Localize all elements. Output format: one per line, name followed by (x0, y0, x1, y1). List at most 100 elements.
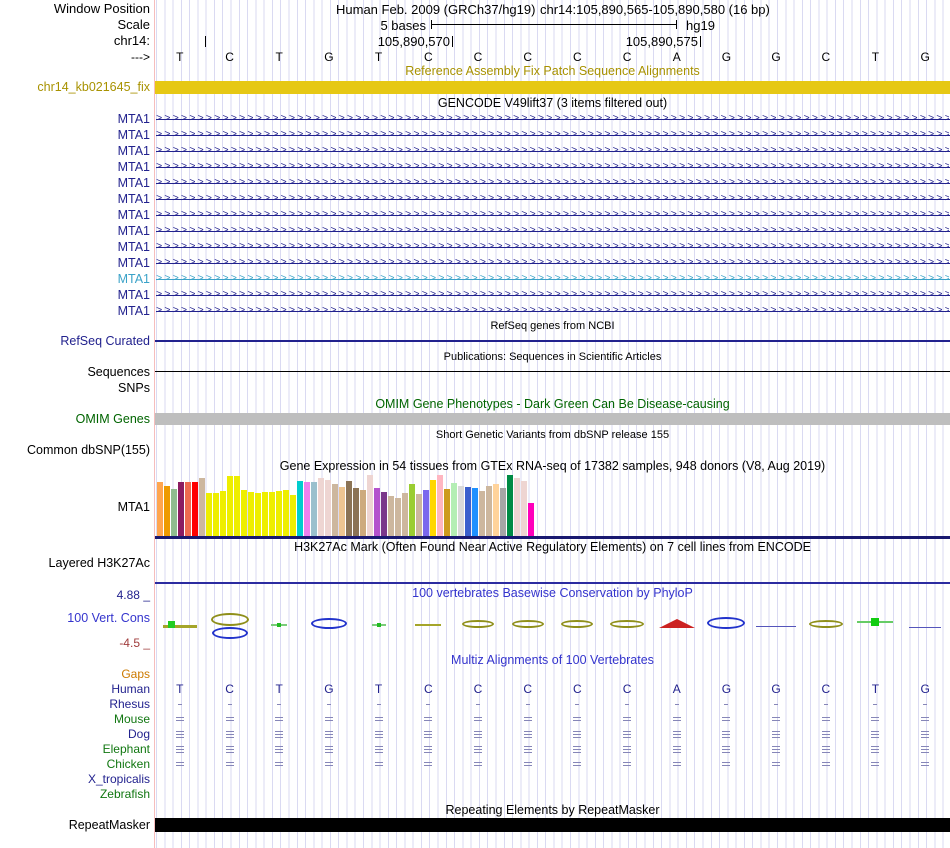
gencode-transcript-arrows[interactable]: >>>>>>>>>>>>>>>>>>>>>>>>>>>>>>>>>>>>>>>>… (156, 242, 949, 252)
gencode-gene-label[interactable]: MTA1 (0, 272, 150, 286)
fix-patch-item-label[interactable]: chr14_kb021645_fix (0, 80, 150, 94)
fix-patch-track-title[interactable]: Reference Assembly Fix Patch Sequence Al… (155, 65, 950, 78)
gtex-expression-bar[interactable] (248, 492, 254, 536)
gtex-expression-bar[interactable] (157, 482, 163, 536)
multiz-species-label-elephant[interactable]: Elephant (0, 742, 150, 756)
gtex-expression-bar[interactable] (339, 487, 345, 536)
gtex-expression-bar[interactable] (367, 475, 373, 536)
gencode-transcript-arrows[interactable]: >>>>>>>>>>>>>>>>>>>>>>>>>>>>>>>>>>>>>>>>… (156, 290, 949, 300)
gtex-expression-bar[interactable] (437, 475, 443, 536)
gtex-expression-bar[interactable] (409, 484, 415, 536)
gtex-expression-bar[interactable] (507, 475, 513, 536)
dbsnp-track-title[interactable]: Short Genetic Variants from dbSNP releas… (155, 429, 950, 442)
gencode-transcript-arrows[interactable]: >>>>>>>>>>>>>>>>>>>>>>>>>>>>>>>>>>>>>>>>… (156, 130, 949, 140)
gencode-transcript-arrows[interactable]: >>>>>>>>>>>>>>>>>>>>>>>>>>>>>>>>>>>>>>>>… (156, 146, 949, 156)
refseq-curated-item[interactable] (155, 340, 950, 342)
gtex-expression-bar[interactable] (227, 476, 233, 536)
gtex-expression-bar[interactable] (255, 493, 261, 536)
gtex-expression-bar[interactable] (290, 495, 296, 536)
gtex-expression-bar[interactable] (185, 482, 191, 536)
gtex-expression-bar[interactable] (493, 484, 499, 536)
omim-genes-label[interactable]: OMIM Genes (0, 412, 150, 426)
phylop-track-title[interactable]: 100 vertebrates Basewise Conservation by… (155, 587, 950, 600)
omim-track-title[interactable]: OMIM Gene Phenotypes - Dark Green Can Be… (155, 398, 950, 411)
gtex-expression-bar[interactable] (465, 487, 471, 536)
repeatmasker-track-title[interactable]: Repeating Elements by RepeatMasker (155, 804, 950, 817)
gtex-expression-bar[interactable] (276, 491, 282, 536)
gencode-gene-label[interactable]: MTA1 (0, 208, 150, 222)
gtex-expression-bar[interactable] (353, 488, 359, 536)
multiz-track-title[interactable]: Multiz Alignments of 100 Vertebrates (155, 654, 950, 667)
gencode-track-title[interactable]: GENCODE V49lift37 (3 items filtered out) (155, 97, 950, 110)
gencode-transcript-arrows[interactable]: >>>>>>>>>>>>>>>>>>>>>>>>>>>>>>>>>>>>>>>>… (156, 162, 949, 172)
multiz-species-label-chicken[interactable]: Chicken (0, 757, 150, 771)
gtex-expression-bar[interactable] (318, 478, 324, 536)
gtex-expression-bar[interactable] (311, 482, 317, 536)
gencode-transcript-arrows[interactable]: >>>>>>>>>>>>>>>>>>>>>>>>>>>>>>>>>>>>>>>>… (156, 210, 949, 220)
publications-track-title[interactable]: Publications: Sequences in Scientific Ar… (155, 351, 950, 364)
multiz-species-label-human[interactable]: Human (0, 682, 150, 696)
sequences-item[interactable] (155, 371, 950, 372)
gencode-gene-label[interactable]: MTA1 (0, 288, 150, 302)
gtex-expression-bar[interactable] (220, 491, 226, 536)
gencode-transcript-arrows[interactable]: >>>>>>>>>>>>>>>>>>>>>>>>>>>>>>>>>>>>>>>>… (156, 194, 949, 204)
common-dbsnp-label[interactable]: Common dbSNP(155) (0, 443, 150, 457)
gtex-expression-bar[interactable] (234, 476, 240, 536)
gtex-expression-bar[interactable] (521, 481, 527, 536)
gtex-expression-bar[interactable] (486, 486, 492, 536)
multiz-species-label-zebrafish[interactable]: Zebrafish (0, 787, 150, 801)
gtex-expression-bar[interactable] (262, 492, 268, 536)
gtex-gene-label[interactable]: MTA1 (0, 500, 150, 514)
sequences-label[interactable]: Sequences (0, 365, 150, 379)
gtex-expression-bar[interactable] (472, 488, 478, 536)
gtex-expression-bar[interactable] (164, 486, 170, 536)
gtex-expression-bar[interactable] (297, 481, 303, 536)
gtex-expression-bar[interactable] (395, 498, 401, 536)
gtex-expression-bar[interactable] (479, 491, 485, 536)
gtex-expression-bar[interactable] (360, 490, 366, 536)
gencode-transcript-arrows[interactable]: >>>>>>>>>>>>>>>>>>>>>>>>>>>>>>>>>>>>>>>>… (156, 306, 949, 316)
fix-patch-item-bar[interactable] (155, 81, 950, 94)
repeatmasker-label[interactable]: RepeatMasker (0, 818, 150, 832)
gencode-transcript-arrows[interactable]: >>>>>>>>>>>>>>>>>>>>>>>>>>>>>>>>>>>>>>>>… (156, 258, 949, 268)
multiz-species-label-x_tropicalis[interactable]: X_tropicalis (0, 772, 150, 786)
gencode-gene-label[interactable]: MTA1 (0, 160, 150, 174)
gtex-expression-bar[interactable] (423, 490, 429, 536)
gtex-expression-bar[interactable] (430, 480, 436, 536)
multiz-species-label-rhesus[interactable]: Rhesus (0, 697, 150, 711)
gencode-gene-label[interactable]: MTA1 (0, 112, 150, 126)
gtex-expression-bar[interactable] (416, 494, 422, 536)
gencode-gene-label[interactable]: MTA1 (0, 128, 150, 142)
layered-h3k27ac-label[interactable]: Layered H3K27Ac (0, 556, 150, 570)
gencode-transcript-arrows[interactable]: >>>>>>>>>>>>>>>>>>>>>>>>>>>>>>>>>>>>>>>>… (156, 178, 949, 188)
gtex-expression-bar[interactable] (199, 478, 205, 536)
gtex-expression-bar[interactable] (374, 488, 380, 536)
gtex-expression-bar[interactable] (192, 482, 198, 536)
gtex-expression-bar[interactable] (500, 488, 506, 536)
multiz-species-label-mouse[interactable]: Mouse (0, 712, 150, 726)
gtex-expression-bar[interactable] (514, 478, 520, 536)
multiz-species-label-dog[interactable]: Dog (0, 727, 150, 741)
gtex-expression-bar[interactable] (381, 492, 387, 536)
gtex-expression-bar[interactable] (388, 496, 394, 536)
gtex-expression-bar[interactable] (346, 481, 352, 536)
snps-label[interactable]: SNPs (0, 381, 150, 395)
gencode-gene-label[interactable]: MTA1 (0, 144, 150, 158)
gencode-transcript-arrows[interactable]: >>>>>>>>>>>>>>>>>>>>>>>>>>>>>>>>>>>>>>>>… (156, 114, 949, 124)
refseq-curated-label[interactable]: RefSeq Curated (0, 334, 150, 348)
gencode-transcript-arrows[interactable]: >>>>>>>>>>>>>>>>>>>>>>>>>>>>>>>>>>>>>>>>… (156, 226, 949, 236)
h3k27ac-track-title[interactable]: H3K27Ac Mark (Often Found Near Active Re… (155, 541, 950, 554)
gencode-gene-label[interactable]: MTA1 (0, 240, 150, 254)
gtex-expression-bar[interactable] (241, 490, 247, 536)
gencode-gene-label[interactable]: MTA1 (0, 176, 150, 190)
gtex-expression-bar[interactable] (325, 480, 331, 536)
gencode-transcript-arrows[interactable]: >>>>>>>>>>>>>>>>>>>>>>>>>>>>>>>>>>>>>>>>… (156, 274, 949, 284)
gtex-expression-bar[interactable] (283, 490, 289, 536)
omim-genes-bar[interactable] (155, 413, 950, 425)
refseq-track-title[interactable]: RefSeq genes from NCBI (155, 320, 950, 333)
multiz-species-label-gaps[interactable]: Gaps (0, 667, 150, 681)
gtex-expression-bar[interactable] (402, 493, 408, 536)
gtex-expression-bar[interactable] (458, 486, 464, 536)
gtex-expression-bar[interactable] (269, 492, 275, 536)
gencode-gene-label[interactable]: MTA1 (0, 192, 150, 206)
